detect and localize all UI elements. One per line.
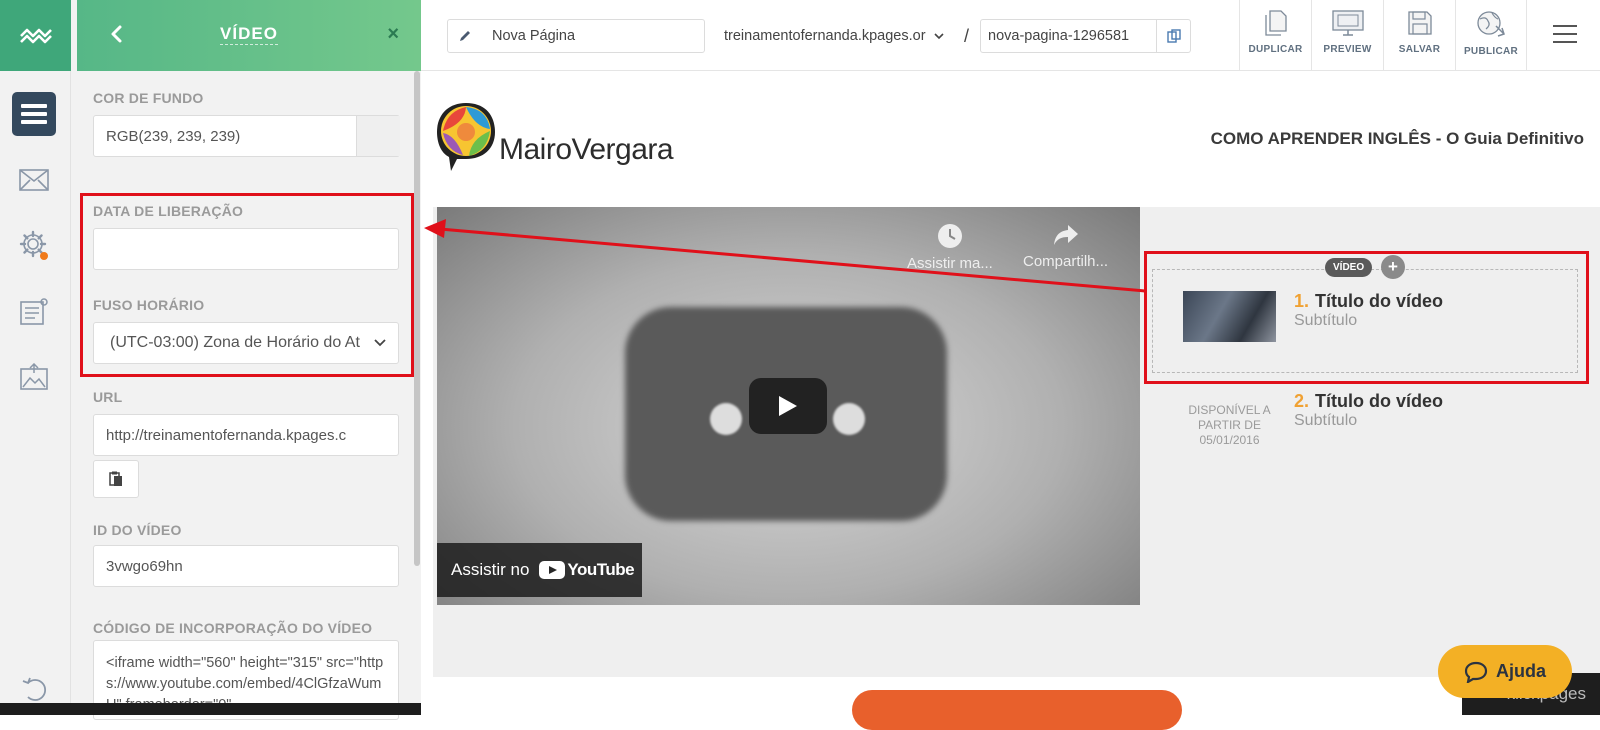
help-button[interactable]: Ajuda [1438,645,1572,698]
help-label: Ajuda [1495,661,1546,681]
annotation-arrow [424,219,1146,293]
chat-bubble-icon [1464,661,1488,683]
